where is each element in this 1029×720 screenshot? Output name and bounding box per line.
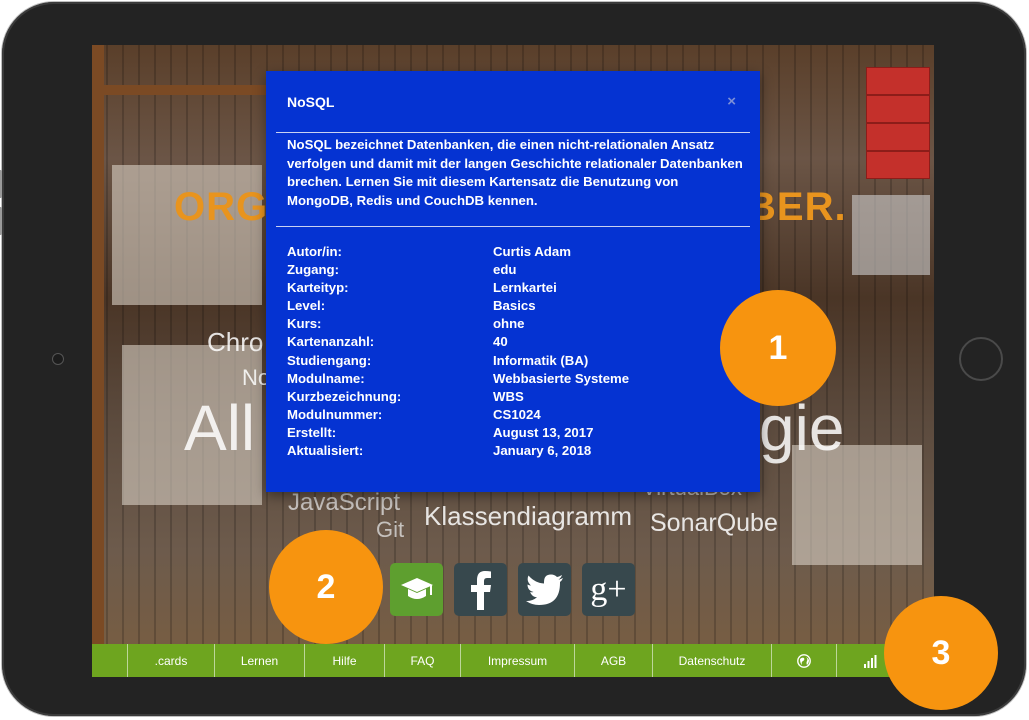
- graduation-cap-button[interactable]: [390, 563, 443, 616]
- meta-value: Informatik (BA): [493, 352, 589, 368]
- meta-row: Autor/in: Curtis Adam: [287, 244, 747, 262]
- globe-icon: [797, 653, 811, 668]
- meta-key: Studiengang:: [287, 352, 372, 368]
- meta-row: Modulnummer: CS1024: [287, 407, 747, 425]
- close-icon[interactable]: ×: [727, 93, 736, 110]
- headline-left: ORG: [174, 185, 269, 229]
- footer-link-agb[interactable]: AGB: [574, 644, 652, 677]
- meta-value: August 13, 2017: [493, 424, 594, 440]
- meta-row: Kurzbezeichnung: WBS: [287, 389, 747, 407]
- cloud-word: All: [184, 392, 256, 464]
- meta-key: Modulname:: [287, 370, 365, 386]
- meta-key: Kartenanzahl:: [287, 334, 375, 350]
- annotation-badge-2: 2: [269, 530, 383, 644]
- meta-key: Karteityp:: [287, 280, 349, 296]
- cloud-word: JavaScript: [288, 489, 401, 516]
- globe-button[interactable]: [771, 644, 836, 677]
- facebook-icon: [470, 570, 491, 610]
- home-button[interactable]: [959, 337, 1003, 381]
- meta-key: Kurzbezeichnung:: [287, 388, 402, 404]
- twitter-icon: [525, 574, 563, 605]
- red-drawer: [866, 67, 930, 95]
- footer-link-cards[interactable]: .cards: [127, 644, 214, 677]
- graduation-cap-icon: [400, 577, 433, 599]
- meta-value: ohne: [493, 316, 525, 332]
- annotation-badge-3: 3: [884, 596, 998, 710]
- footer-bar: .cards Lernen Hilfe FAQ Impressum AGB Da…: [92, 644, 934, 677]
- meta-key: Zugang:: [287, 262, 340, 278]
- footer-link-lernen[interactable]: Lernen: [214, 644, 304, 677]
- meta-row: Zugang: edu: [287, 262, 747, 280]
- meta-key: Autor/in:: [287, 244, 342, 259]
- meta-row: Aktualisiert: January 6, 2018: [287, 443, 747, 461]
- front-camera: [52, 353, 64, 365]
- meta-key: Aktualisiert:: [287, 443, 364, 459]
- meta-table: Autor/in: Curtis Adam Zugang: edu Karteity…: [287, 244, 747, 461]
- meta-row: Kartenanzahl: 40: [287, 334, 747, 352]
- meta-value: January 6, 2018: [493, 443, 592, 459]
- meta-row: Modulname: Webbasierte Systeme: [287, 371, 747, 389]
- meta-value: CS1024: [493, 406, 541, 422]
- meta-key: Erstellt:: [287, 424, 337, 440]
- twitter-button[interactable]: [518, 563, 571, 616]
- meta-row: Studiengang: Informatik (BA): [287, 353, 747, 371]
- meta-row: Kurs: ohne: [287, 316, 747, 334]
- annotation-badge-1: 1: [720, 290, 836, 406]
- meta-value: Basics: [493, 298, 536, 314]
- footer-link-impressum[interactable]: Impressum: [460, 644, 574, 677]
- cloud-word: Git: [376, 517, 405, 542]
- modal-title: NoSQL: [287, 94, 335, 110]
- meta-value: Webbasierte Systeme: [493, 370, 630, 386]
- facebook-button[interactable]: [454, 563, 507, 616]
- meta-key: Modulnummer:: [287, 406, 383, 422]
- meta-value: Lernkartei: [493, 280, 557, 296]
- meta-value: WBS: [493, 388, 524, 404]
- cloud-word: Klassendiagramm: [424, 501, 633, 531]
- meta-row: Level: Basics: [287, 298, 747, 316]
- volume-button: [0, 170, 2, 198]
- red-drawer: [866, 151, 930, 179]
- divider: [276, 132, 750, 133]
- footer-link-hilfe[interactable]: Hilfe: [304, 644, 384, 677]
- cloud-word: SonarQube: [650, 509, 778, 537]
- meta-key: Level:: [287, 298, 326, 314]
- meta-value: edu: [493, 262, 517, 278]
- meta-row: Karteityp: Lernkartei: [287, 280, 747, 298]
- meta-row: Erstellt: August 13, 2017: [287, 425, 747, 443]
- card-info-modal: NoSQL × NoSQL bezeichnet Datenbanken, di…: [266, 71, 760, 492]
- divider: [276, 226, 750, 227]
- red-drawer: [866, 123, 930, 151]
- meta-key: Kurs:: [287, 316, 322, 332]
- meta-value: Curtis Adam: [493, 244, 571, 259]
- footer-link-faq[interactable]: FAQ: [384, 644, 460, 677]
- footer-link-datenschutz[interactable]: Datenschutz: [652, 644, 771, 677]
- headline-right: BER.: [747, 185, 847, 229]
- red-drawer: [866, 95, 930, 123]
- gray-drawers: [852, 195, 930, 275]
- meta-value: 40: [493, 334, 508, 350]
- google-plus-icon: g+: [590, 570, 627, 608]
- footer-spacer: [92, 644, 127, 677]
- volume-button: [0, 207, 2, 235]
- cloud-word: Chro: [207, 327, 264, 357]
- signal-icon: [863, 654, 876, 668]
- modal-description: NoSQL bezeichnet Datenbanken, die einen …: [287, 137, 743, 208]
- shelf: [92, 45, 104, 677]
- google-plus-button[interactable]: g+: [582, 563, 635, 616]
